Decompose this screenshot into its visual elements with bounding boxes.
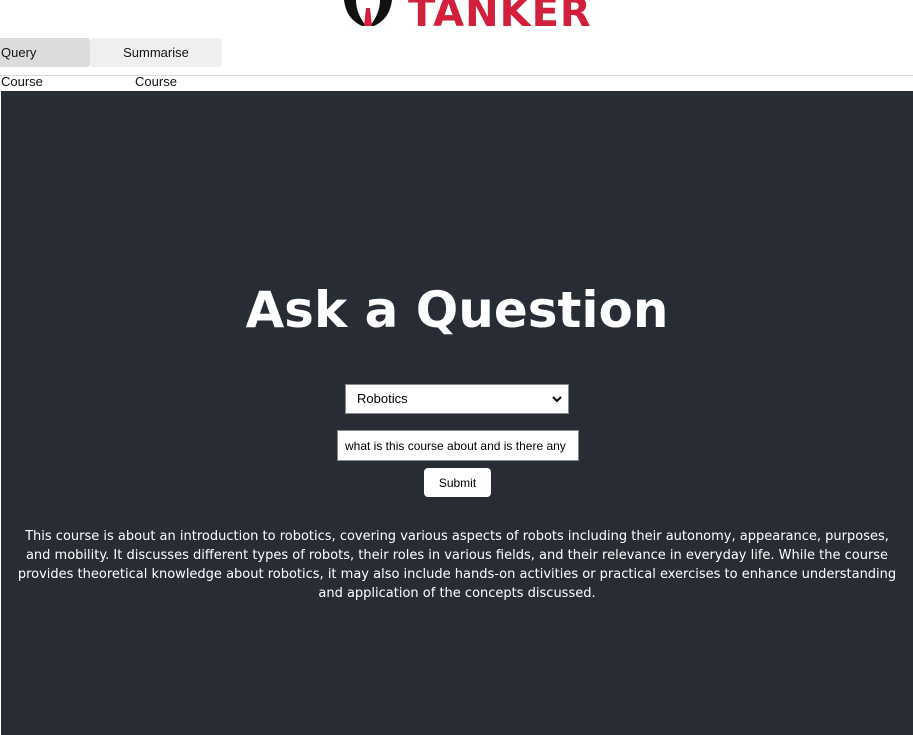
logo-mark-icon <box>344 0 392 26</box>
tab-bar: Query Course Summarise Course <box>0 38 222 89</box>
question-input[interactable] <box>337 430 579 461</box>
course-select[interactable]: Robotics <box>345 384 569 414</box>
tab-query-course[interactable]: Query Course <box>0 38 90 89</box>
submit-button[interactable]: Submit <box>424 468 491 497</box>
query-panel: Ask a Question Robotics Submit This cour… <box>1 91 913 735</box>
header-divider <box>0 75 913 76</box>
page-title: Ask a Question <box>245 281 669 339</box>
brand-logo: TANKER <box>330 0 590 30</box>
logo-wordmark: TANKER <box>408 0 590 30</box>
course-select-value: Robotics <box>357 391 408 406</box>
chevron-down-icon <box>552 385 562 413</box>
tab-summarise-course[interactable]: Summarise Course <box>90 38 222 89</box>
answer-text: This course is about an introduction to … <box>17 529 897 601</box>
